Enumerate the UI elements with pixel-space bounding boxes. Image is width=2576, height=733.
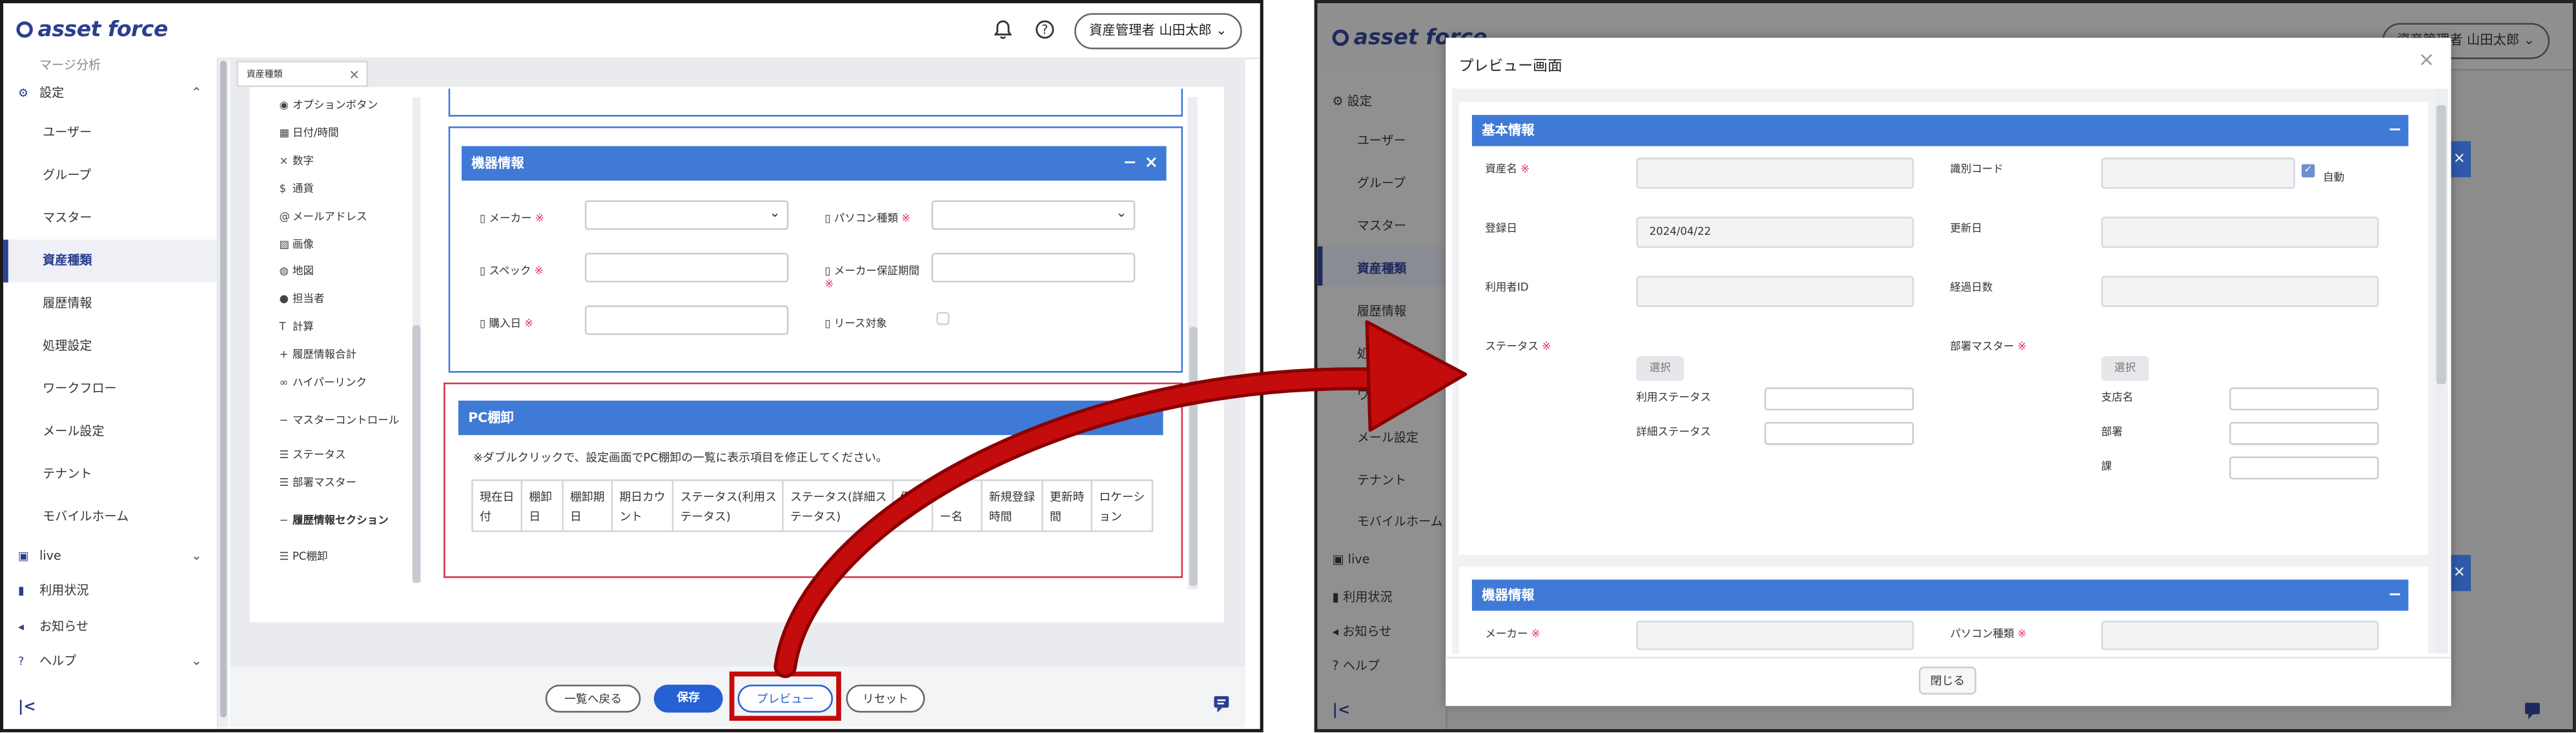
red-curved-arrow [773,320,1467,678]
